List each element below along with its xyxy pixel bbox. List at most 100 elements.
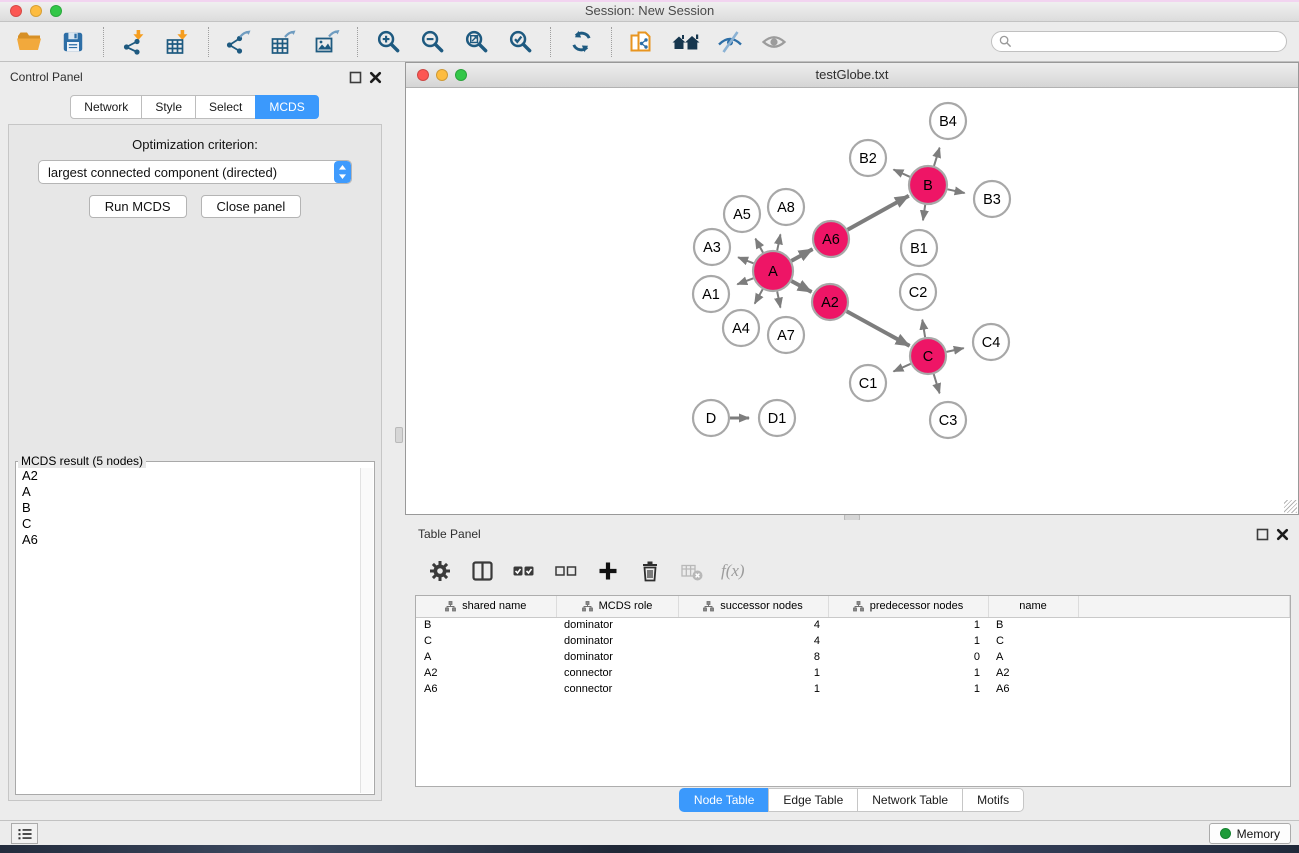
table-cell[interactable]: A6 [416,681,556,697]
table-cell[interactable]: 1 [828,633,988,649]
graph-edge-B-B2[interactable] [894,170,910,177]
table-settings-button[interactable] [427,558,453,584]
graph-edge-A2-C[interactable] [847,311,910,346]
graph-edge-C-C4[interactable] [947,348,964,352]
table-row[interactable]: A2connector11A2 [416,665,1290,681]
optimization-criterion-select[interactable]: largest connected component (directed) [38,160,352,184]
task-history-button[interactable] [11,823,38,844]
add-column-button[interactable] [595,558,621,584]
delete-column-button[interactable] [637,558,663,584]
table-header-row[interactable]: shared nameMCDS rolesuccessor nodesprede… [416,596,1290,617]
table-row[interactable]: Adominator80A [416,649,1290,665]
graph-edge-A-A3[interactable] [738,257,753,263]
graph-node-A3[interactable]: A3 [694,229,730,265]
table-cell[interactable]: 1 [678,681,828,697]
table-cell[interactable]: dominator [556,633,678,649]
mcds-result-item[interactable]: C [17,516,359,532]
panel-splitter-handle-vertical[interactable] [395,427,403,443]
mcds-result-list[interactable]: A2ABCA6 [17,468,359,793]
search-input[interactable] [1016,33,1279,50]
tab-network[interactable]: Network [70,95,142,119]
table-cell[interactable]: connector [556,665,678,681]
network-minimize-button[interactable] [436,69,448,81]
export-network-button[interactable] [218,25,260,59]
network-close-button[interactable] [417,69,429,81]
column-header-MCDS-role[interactable]: MCDS role [556,596,678,617]
table-cell[interactable]: A [416,649,556,665]
graph-node-B1[interactable]: B1 [901,230,937,266]
apply-function-button[interactable]: f(x) [721,561,745,581]
network-graph[interactable]: AA1A2A3A4A5A6A7A8BB1B2B3B4CC1C2C3C4DD1 [406,89,1298,514]
float-panel-icon[interactable] [1256,528,1269,541]
export-table-button[interactable] [262,25,304,59]
graph-node-A8[interactable]: A8 [768,189,804,225]
graph-node-B[interactable]: B [909,166,947,204]
graph-node-A1[interactable]: A1 [693,276,729,312]
table-cell[interactable]: A [988,649,1078,665]
node-table[interactable]: shared nameMCDS rolesuccessor nodesprede… [416,596,1290,697]
column-header-successor-nodes[interactable]: successor nodes [678,596,828,617]
table-cell[interactable]: A2 [416,665,556,681]
table-row[interactable]: Bdominator41B [416,617,1290,633]
graph-node-B3[interactable]: B3 [974,181,1010,217]
float-panel-icon[interactable] [349,71,362,84]
table-body[interactable]: Bdominator41BCdominator41CAdominator80AA… [416,617,1290,697]
table-cell[interactable]: connector [556,681,678,697]
table-cell[interactable]: 0 [828,649,988,665]
table-cell[interactable]: 1 [828,665,988,681]
table-cell[interactable]: A2 [988,665,1078,681]
mcds-result-scrollbar[interactable] [360,468,373,793]
graph-edge-A-A4[interactable] [755,289,763,303]
graph-edge-A6-B[interactable] [848,196,909,230]
graph-node-D1[interactable]: D1 [759,400,795,436]
clone-network-button[interactable] [621,25,663,59]
graph-edge-A-A8[interactable] [777,234,780,250]
graph-edge-B-B4[interactable] [934,148,940,166]
hide-selected-button[interactable] [709,25,751,59]
zoom-in-button[interactable] [367,25,409,59]
open-session-button[interactable] [8,25,50,59]
minimize-window-button[interactable] [30,5,42,17]
close-panel-icon[interactable] [369,71,382,84]
table-row[interactable]: A6connector11A6 [416,681,1290,697]
graph-edge-A-A7[interactable] [777,292,780,308]
graph-node-A7[interactable]: A7 [768,317,804,353]
graph-node-A2[interactable]: A2 [812,284,848,320]
graph-node-B4[interactable]: B4 [930,103,966,139]
table-cell[interactable]: dominator [556,617,678,633]
deselect-all-button[interactable] [553,558,579,584]
maximize-window-button[interactable] [50,5,62,17]
mcds-result-item[interactable]: A2 [17,468,359,484]
network-canvas[interactable]: AA1A2A3A4A5A6A7A8BB1B2B3B4CC1C2C3C4DD1 [406,89,1298,514]
tab-edge-table[interactable]: Edge Table [768,788,858,812]
column-header-shared-name[interactable]: shared name [416,596,556,617]
table-cell[interactable]: B [416,617,556,633]
show-all-network-views-button[interactable] [665,25,707,59]
graph-node-C4[interactable]: C4 [973,324,1009,360]
tab-node-table[interactable]: Node Table [679,788,770,812]
graph-node-D[interactable]: D [693,400,729,436]
mcds-result-item[interactable]: A6 [17,532,359,548]
tab-motifs[interactable]: Motifs [962,788,1024,812]
graph-edge-C-C3[interactable] [934,374,940,393]
table-cell[interactable]: 1 [828,617,988,633]
table-cell[interactable]: 8 [678,649,828,665]
zoom-selected-button[interactable] [499,25,541,59]
table-cell[interactable]: A6 [988,681,1078,697]
network-maximize-button[interactable] [455,69,467,81]
column-header-predecessor-nodes[interactable]: predecessor nodes [828,596,988,617]
tab-style[interactable]: Style [141,95,196,119]
memory-button[interactable]: Memory [1209,823,1291,844]
table-cell[interactable]: 1 [678,665,828,681]
graph-edge-B-B3[interactable] [948,189,965,193]
table-row[interactable]: Cdominator41C [416,633,1290,649]
graph-edge-A-A6[interactable] [791,249,812,261]
delete-table-button[interactable] [679,558,705,584]
show-columns-button[interactable] [469,558,495,584]
import-network-button[interactable] [113,25,155,59]
tab-select[interactable]: Select [195,95,256,119]
graph-edge-A-A1[interactable] [737,278,753,284]
tab-network-table[interactable]: Network Table [857,788,963,812]
graph-node-C1[interactable]: C1 [850,365,886,401]
refresh-layout-button[interactable] [560,25,602,59]
